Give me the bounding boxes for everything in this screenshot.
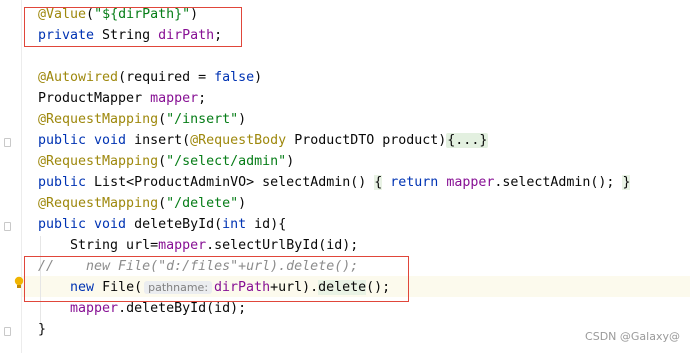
code-line[interactable]: public void insert(@RequestBody ProductD… (38, 130, 489, 151)
code-line[interactable]: public List<ProductAdminVO> selectAdmin(… (38, 172, 631, 193)
code-token: ( (158, 196, 167, 211)
code-token: List<ProductAdminVO> selectAdmin() (86, 175, 375, 190)
code-line[interactable]: public void deleteById(int id){ (38, 214, 286, 235)
code-line[interactable]: ProductMapper mapper; (38, 88, 206, 109)
keyword: return (382, 175, 447, 190)
folded-code-block[interactable]: {...} (446, 133, 489, 148)
method-name: deleteById( (126, 217, 223, 232)
fold-marker-icon[interactable] (4, 327, 11, 336)
field-name: mapper (158, 238, 207, 253)
string-literal: "/delete" (166, 196, 239, 211)
code-token: .selectAdmin(); (494, 175, 623, 190)
code-token: (required = (118, 70, 215, 85)
code-token: .selectUrlById(id); (206, 238, 359, 253)
highlight-box (24, 7, 242, 47)
annotation: @RequestMapping (38, 112, 159, 127)
code-line[interactable]: @RequestMapping("/insert") (38, 109, 246, 130)
code-line[interactable]: @RequestMapping("/select/admin") (38, 151, 294, 172)
highlight-box (24, 256, 409, 302)
field-name: mapper (446, 175, 495, 190)
brace: } (622, 175, 631, 190)
field-name: mapper (70, 301, 119, 316)
code-token: ( (158, 112, 167, 127)
keyword: false (214, 70, 255, 85)
code-line[interactable]: } (38, 319, 46, 340)
code-token: } (38, 322, 47, 337)
code-line[interactable]: String url=mapper.selectUrlById(id); (38, 235, 358, 256)
field-name: mapper (150, 91, 199, 106)
code-token: ) (238, 196, 247, 211)
fold-marker-icon[interactable] (4, 222, 11, 231)
keyword: int (222, 217, 247, 232)
code-token: .deleteById(id); (118, 301, 247, 316)
fold-marker-icon[interactable] (4, 138, 11, 147)
watermark: CSDN @Galaxy@ (585, 330, 680, 343)
string-literal: "/select/admin" (166, 154, 287, 169)
code-token: ) (254, 70, 263, 85)
code-token: ) (286, 154, 295, 169)
method-name: insert( (126, 133, 191, 148)
keyword: public void (38, 133, 127, 148)
code-token: ProductDTO product) (286, 133, 447, 148)
string-literal: "/insert" (166, 112, 239, 127)
code-token: String url= (38, 238, 159, 253)
gutter-divider (21, 0, 22, 353)
editor-gutter (0, 0, 22, 353)
keyword: public (38, 175, 87, 190)
keyword: public void (38, 217, 127, 232)
annotation: @RequestMapping (38, 196, 159, 211)
code-token: ProductMapper (38, 91, 151, 106)
annotation: @Autowired (38, 70, 119, 85)
code-line[interactable]: @Autowired(required = false) (38, 67, 262, 88)
code-line[interactable]: @RequestMapping("/delete") (38, 193, 246, 214)
annotation: @RequestBody (190, 133, 287, 148)
code-token: ( (158, 154, 167, 169)
code-token: ; (198, 91, 207, 106)
code-token: ) (238, 112, 247, 127)
code-token: id){ (246, 217, 287, 232)
annotation: @RequestMapping (38, 154, 159, 169)
